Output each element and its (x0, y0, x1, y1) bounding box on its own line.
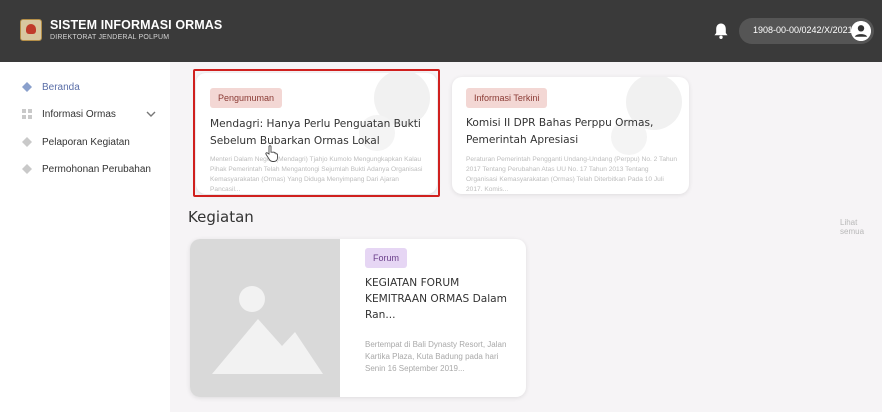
ministry-emblem-icon[interactable] (20, 19, 42, 41)
sidebar-item-permohonan-perubahan[interactable]: Permohonan Perubahan (22, 159, 151, 179)
app-title[interactable]: SISTEM INFORMASI ORMAS (50, 18, 222, 32)
grid-icon (22, 109, 32, 119)
diamond-icon (22, 164, 32, 174)
news-title[interactable]: Komisi II DPR Bahas Perppu Ormas, Pemeri… (466, 115, 681, 149)
activity-excerpt: Bertempat di Bali Dynasty Resort, Jalan … (365, 340, 507, 373)
top-bar: SISTEM INFORMASI ORMAS DIREKTORAT JENDER… (0, 0, 882, 62)
activity-card[interactable]: Forum KEGIATAN FORUM KEMITRAAN ORMAS Dal… (190, 239, 526, 397)
sidebar-item-label: Informasi Ormas (42, 108, 116, 120)
section-title-kegiatan: Kegiatan (188, 208, 254, 226)
news-card[interactable]: Informasi Terkini Komisi II DPR Bahas Pe… (452, 77, 689, 194)
sidebar-item-label: Beranda (42, 81, 80, 93)
activity-title[interactable]: KEGIATAN FORUM KEMITRAAN ORMAS Dalam Ran… (365, 275, 515, 323)
sidebar-item-informasi-ormas[interactable]: Informasi Ormas (22, 104, 116, 124)
user-id-label: 1908-00-00/0242/X/2021 (753, 25, 853, 35)
image-placeholder (190, 239, 340, 397)
category-tag: Forum (365, 248, 408, 268)
bell-icon[interactable] (713, 22, 729, 40)
see-all-link[interactable]: Lihat semua (840, 218, 882, 236)
sidebar: Beranda Informasi Ormas Pelaporan Kegiat… (0, 62, 170, 412)
user-menu[interactable]: 1908-00-00/0242/X/2021 (739, 18, 874, 44)
sidebar-item-label: Pelaporan Kegiatan (42, 136, 130, 148)
sidebar-item-pelaporan-kegiatan[interactable]: Pelaporan Kegiatan (22, 132, 130, 152)
pointer-cursor-icon (265, 145, 278, 162)
selection-highlight (193, 69, 440, 197)
image-placeholder-icon (212, 286, 323, 374)
app-subtitle: DIREKTORAT JENDERAL POLPUM (50, 34, 170, 41)
chevron-down-icon[interactable] (146, 110, 156, 118)
sidebar-item-label: Permohonan Perubahan (42, 163, 151, 175)
news-excerpt: Peraturan Pemerintah Pengganti Undang-Un… (466, 156, 678, 193)
sidebar-item-beranda[interactable]: Beranda (22, 77, 80, 97)
user-avatar-icon[interactable] (851, 21, 871, 41)
diamond-icon (22, 137, 32, 147)
category-tag: Informasi Terkini (466, 88, 548, 108)
diamond-icon (22, 82, 32, 92)
